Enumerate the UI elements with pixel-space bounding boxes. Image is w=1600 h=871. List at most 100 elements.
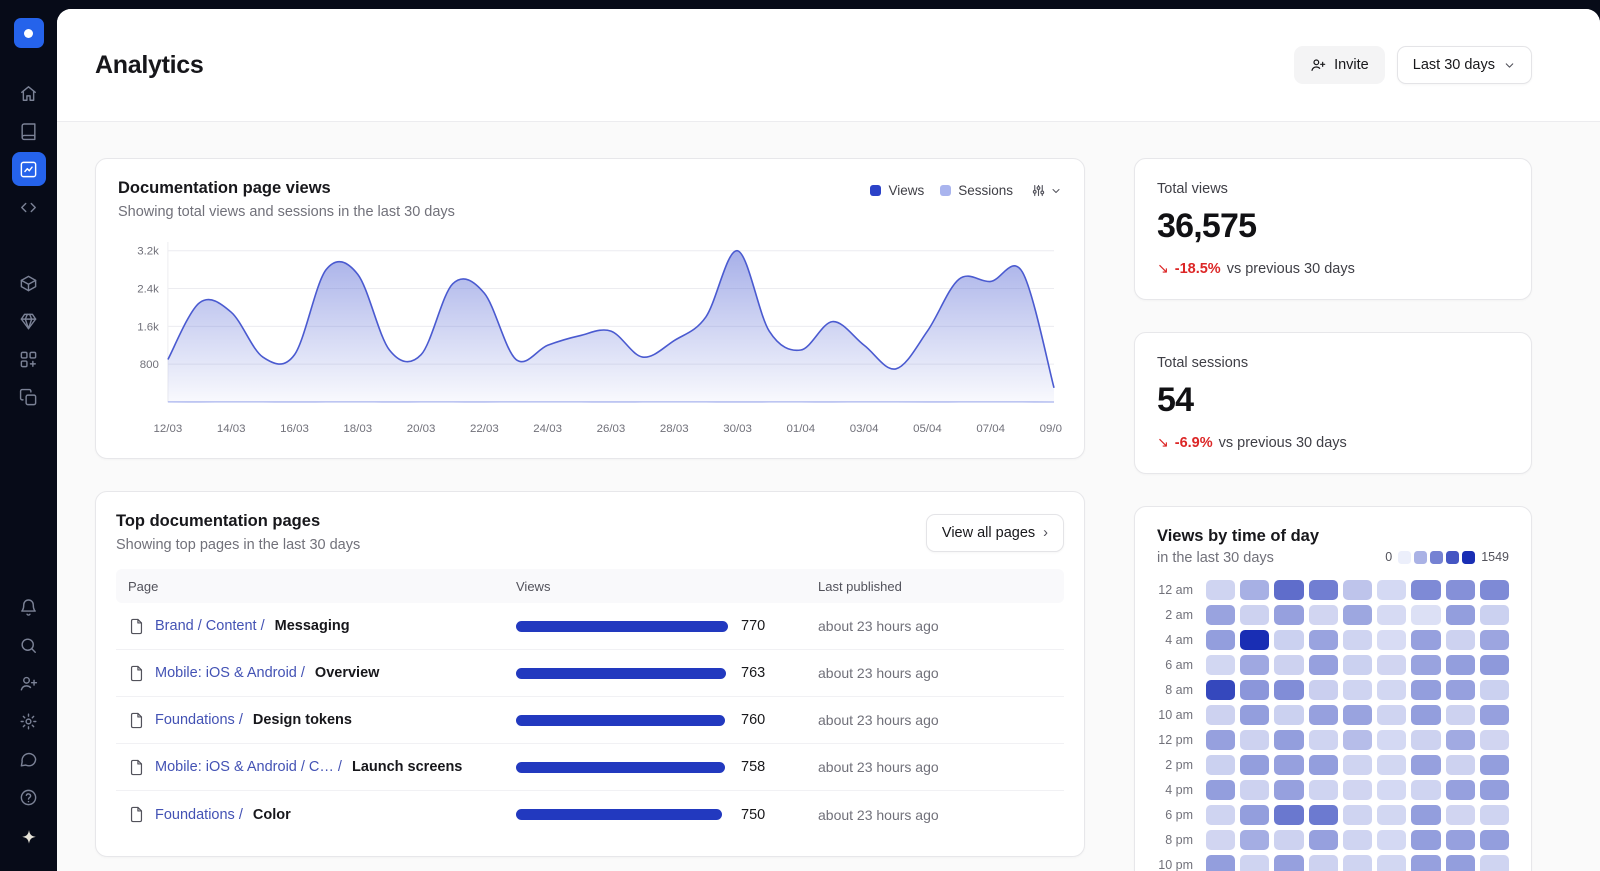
view-all-pages-button[interactable]: View all pages › (925, 513, 1064, 552)
heatmap-cell (1479, 780, 1509, 800)
stat-label: Total views (1157, 181, 1228, 197)
heatmap-row: 6 pm (1157, 805, 1509, 825)
stat-value: 54 (1157, 381, 1194, 419)
column-header-views: Views (516, 578, 551, 594)
legend-swatch-icon (940, 185, 952, 196)
heatmap-cell (1240, 755, 1270, 775)
heatmap-cell (1240, 605, 1270, 625)
heatmap-cell (1479, 630, 1509, 650)
heatmap-cell (1411, 580, 1441, 600)
sidebar-item-search[interactable] (12, 628, 46, 662)
main-panel: Analytics Invite Last 30 days Documentat… (57, 9, 1600, 871)
sidebar-item-blocks[interactable] (12, 342, 46, 376)
sidebar-item-gem[interactable] (12, 304, 46, 338)
sidebar-item-message[interactable] (12, 742, 46, 776)
heatmap-row-label: 10 pm (1158, 858, 1193, 871)
table-row[interactable]: Mobile: iOS & Android / C… / Launch scree… (116, 744, 1064, 791)
last-published: about 23 hours ago (818, 712, 939, 728)
stat-delta: ↘ -18.5% vs previous 30 days (1157, 260, 1509, 277)
trend-down-icon: ↘ (1157, 434, 1169, 450)
sidebar-item-package[interactable] (12, 266, 46, 300)
app-logo[interactable] (13, 18, 44, 48)
heatmap-row: 12 pm (1157, 730, 1509, 750)
heatmap-cell (1445, 605, 1475, 625)
sidebar-item-copy[interactable] (12, 380, 46, 414)
table-row[interactable]: Foundations / Color 750 about 23 hours ago (116, 791, 1064, 838)
heatmap-cell (1308, 705, 1338, 725)
views-bar-track (516, 667, 728, 679)
table-row[interactable]: Foundations / Design tokens 760 about 23 ho… (116, 697, 1064, 744)
heatmap-cell (1206, 630, 1236, 650)
heatmap-cell (1206, 780, 1236, 800)
sidebar-item-code[interactable] (12, 190, 46, 224)
total-sessions-card: Total sessions 54 ↘ -6.9% vs previous 30… (1134, 332, 1532, 474)
sidebar-item-book[interactable] (12, 114, 46, 148)
page-views-card: Documentation page views Showing total v… (95, 158, 1085, 459)
heatmap-row-label: 4 pm (1165, 783, 1193, 797)
chevron-down-icon (1503, 59, 1516, 72)
heatmap-cell (1445, 730, 1475, 750)
invite-label: Invite (1334, 57, 1369, 73)
sidebar-item-chart[interactable] (11, 152, 46, 186)
page-name: Overview (314, 665, 380, 681)
date-range-dropdown[interactable]: Last 30 days (1396, 46, 1532, 84)
last-published: about 23 hours ago (818, 618, 939, 634)
heatmap-cell (1274, 805, 1304, 825)
heatmap-cell (1240, 680, 1270, 700)
svg-text:28/03: 28/03 (660, 423, 689, 435)
logo-dot-icon (24, 28, 33, 38)
delta-percent: -6.9% (1174, 434, 1213, 451)
heatmap-cell (1240, 730, 1270, 750)
package-icon (20, 275, 37, 291)
heatmap-cell (1308, 755, 1338, 775)
heatmap-row-label: 6 pm (1165, 808, 1193, 822)
heatmap-row: 6 am (1157, 655, 1509, 675)
heatmap-row-label: 10 am (1158, 708, 1193, 722)
heatmap-cell (1342, 605, 1373, 625)
table-row[interactable]: Brand / Content / Messaging 770 about 23 ho… (116, 603, 1064, 650)
heatmap-row-label: 2 pm (1165, 758, 1193, 772)
topbar-actions: Invite Last 30 days (1294, 46, 1532, 84)
table-row[interactable]: Mobile: iOS & Android / Overview 763 about … (116, 650, 1064, 697)
views-bar (516, 620, 728, 632)
page-name: Launch screens (351, 759, 463, 775)
heatmap-row-label: 12 pm (1158, 733, 1193, 747)
heatmap-cell (1308, 830, 1338, 850)
heatmap-cell (1308, 630, 1338, 650)
sidebar-item-user-plus[interactable] (12, 666, 46, 700)
heatmap-cell (1377, 855, 1407, 871)
heatmap-cell (1377, 705, 1407, 725)
sidebar-item-gear[interactable] (12, 704, 46, 738)
delta-compare: vs previous 30 days (1226, 260, 1355, 277)
heatmap-cell (1240, 630, 1270, 650)
heatmap-legend-swatch-icon (1462, 550, 1476, 564)
sidebar-item-home[interactable] (12, 76, 46, 110)
heatmap-cell (1240, 580, 1270, 600)
views-by-time-card: Views by time of day in the last 30 days… (1134, 506, 1532, 871)
heatmap-cell (1411, 605, 1441, 625)
page-path: Mobile: iOS & Android / (155, 665, 305, 681)
heatmap-row-label: 12 am (1158, 583, 1193, 597)
heatmap-row: 10 pm (1157, 855, 1509, 871)
heatmap-cell (1206, 705, 1236, 725)
chart-icon (20, 161, 37, 177)
brand-sparkle-icon[interactable] (19, 828, 39, 853)
sidebar-item-bell[interactable] (12, 590, 46, 624)
heatmap-cell (1479, 730, 1509, 750)
chart-settings-dropdown[interactable] (1031, 183, 1062, 198)
heatmap-cell (1274, 705, 1304, 725)
sidebar-item-help[interactable] (12, 780, 46, 814)
heatmap-cell (1479, 580, 1509, 600)
views-bar-track (516, 620, 728, 632)
sliders-icon (1032, 184, 1045, 197)
views-count: 750 (741, 806, 766, 823)
heatmap-row-label: 2 am (1165, 608, 1193, 622)
heatmap-cell (1274, 580, 1304, 600)
heatmap-cell (1308, 580, 1338, 600)
heatmap-cell (1377, 680, 1407, 700)
user-plus-icon (20, 676, 38, 691)
heatmap-cell (1342, 730, 1373, 750)
invite-button[interactable]: Invite (1294, 46, 1385, 84)
heatmap-cell (1411, 655, 1441, 675)
heatmap-cell (1411, 630, 1441, 650)
